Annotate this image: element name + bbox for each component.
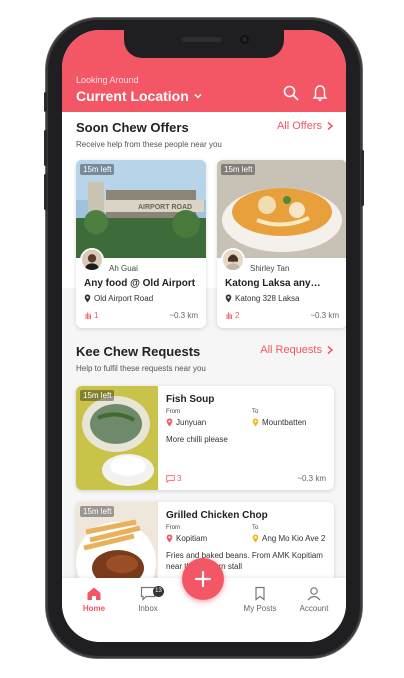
offer-count-value: 2	[235, 311, 240, 320]
all-offers-link[interactable]: All Offers	[277, 120, 334, 132]
tab-home[interactable]: Home	[66, 586, 122, 613]
from-location-text: Junyuan	[176, 418, 207, 427]
chevron-right-icon	[327, 345, 334, 355]
location-label: Current Location	[76, 88, 189, 104]
location-pin-icon	[166, 534, 173, 543]
tab-inbox[interactable]: Inbox 13	[120, 586, 176, 613]
volume-down-button	[44, 174, 47, 210]
offer-location-text: Old Airport Road	[94, 294, 154, 303]
all-requests-link[interactable]: All Requests	[260, 344, 334, 356]
plus-icon	[194, 570, 212, 588]
home-icon	[87, 587, 101, 600]
time-left-badge: 15m left	[80, 506, 115, 517]
time-left-badge: 15m left	[80, 164, 115, 175]
to-label: To	[252, 525, 259, 531]
to-label: To	[252, 409, 259, 415]
request-card[interactable]: 15m left Fish Soup From To Junyuan Mount…	[76, 386, 334, 490]
tab-account[interactable]: Account	[286, 586, 342, 613]
app-screen: Looking Around Current Location Soon Che…	[62, 30, 346, 642]
bookmark-icon	[255, 586, 265, 601]
request-footer: 3 ~0.3 km	[166, 474, 326, 483]
from-location: Junyuan	[166, 418, 206, 427]
user-icon	[307, 587, 321, 601]
requests-subtitle: Help to fulfil these requests near you	[76, 364, 206, 373]
request-count-value: 3	[177, 474, 182, 483]
all-requests-label: All Requests	[260, 344, 322, 356]
create-post-button[interactable]	[182, 558, 224, 600]
search-icon[interactable]	[282, 84, 300, 102]
to-location: Ang Mo Kio Ave 2	[252, 534, 325, 543]
request-image	[76, 386, 158, 490]
tab-my-posts-label: My Posts	[243, 604, 277, 613]
requests-title: Kee Chew Requests	[76, 344, 201, 359]
tab-home-label: Home	[82, 604, 106, 613]
location-pin-icon	[225, 294, 232, 303]
request-note: More chilli please	[166, 435, 228, 444]
from-label: From	[166, 409, 180, 415]
chevron-down-icon	[194, 93, 202, 99]
offers-subtitle: Receive help from these people near you	[76, 140, 222, 149]
svg-text:AIRPORT ROAD: AIRPORT ROAD	[138, 204, 192, 211]
offer-location-text: Katong 328 Laksa	[235, 294, 300, 303]
tab-my-posts[interactable]: My Posts	[232, 586, 288, 613]
request-count: 3	[166, 474, 181, 483]
user-name: Shirley Tan	[250, 264, 290, 273]
offer-footer: 2 ~0.3 km	[225, 311, 339, 320]
to-location-text: Ang Mo Kio Ave 2	[262, 534, 326, 543]
offer-location: Katong 328 Laksa	[225, 294, 300, 303]
location-selector[interactable]: Current Location	[76, 88, 203, 104]
offer-location: Old Airport Road	[84, 294, 153, 303]
offer-distance: ~0.3 km	[310, 311, 339, 320]
requests-section: Kee Chew Requests Help to fulfil these r…	[62, 336, 346, 386]
offer-footer: 1 ~0.3 km	[84, 311, 198, 320]
mute-switch	[44, 92, 47, 112]
tab-inbox-label: Inbox	[138, 604, 158, 613]
offers-title: Soon Chew Offers	[76, 120, 189, 135]
avatar	[80, 248, 104, 272]
request-title: Grilled Chicken Chop	[166, 510, 268, 521]
to-location-text: Mountbatten	[262, 418, 307, 427]
hand-icon	[85, 312, 91, 319]
request-distance: ~0.3 km	[297, 474, 326, 483]
hand-icon	[226, 312, 232, 319]
offer-count-value: 1	[94, 311, 99, 320]
volume-up-button	[44, 130, 47, 166]
time-left-badge: 15m left	[221, 164, 256, 175]
from-label: From	[166, 525, 180, 531]
from-location-text: Kopitiam	[176, 534, 208, 543]
chevron-right-icon	[327, 121, 334, 131]
all-offers-label: All Offers	[276, 120, 322, 132]
offer-count: 2	[225, 311, 239, 320]
avatar	[221, 248, 245, 272]
offer-distance: ~0.3 km	[169, 311, 198, 320]
offer-card[interactable]: 15m left Shirley Tan Katong Laksa any… K…	[217, 160, 346, 328]
bell-icon[interactable]	[311, 84, 329, 102]
location-pin-icon	[84, 294, 91, 303]
power-button	[361, 150, 364, 206]
offer-title: Katong Laksa any…	[225, 278, 321, 289]
location-pin-icon	[166, 418, 173, 427]
notch	[124, 30, 284, 58]
offer-title: Any food @ Old Airport	[84, 278, 196, 289]
request-title: Fish Soup	[166, 394, 215, 405]
user-name: Ah Guai	[109, 264, 138, 273]
chat-icon	[166, 474, 175, 483]
inbox-badge: 13	[153, 586, 164, 597]
front-camera	[240, 35, 249, 44]
from-location: Kopitiam	[166, 534, 207, 543]
time-left-badge: 15m left	[80, 390, 115, 401]
header-subtitle: Looking Around	[76, 75, 139, 85]
tab-account-label: Account	[299, 604, 329, 613]
to-location: Mountbatten	[252, 418, 306, 427]
offer-count: 1	[84, 311, 98, 320]
location-pin-icon	[252, 534, 259, 543]
speaker	[182, 37, 222, 42]
location-pin-icon	[252, 418, 259, 427]
offer-card[interactable]: AIRPORT ROAD 15m left Ah Guai Any food @…	[76, 160, 206, 328]
